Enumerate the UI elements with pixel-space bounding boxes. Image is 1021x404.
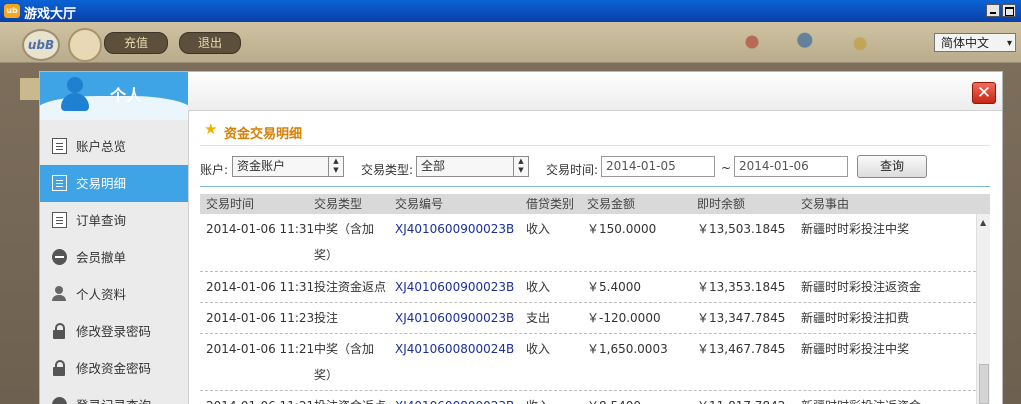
column-header: 交易类型 [314, 197, 363, 211]
transaction-id-link[interactable]: XJ4010600900023B [395, 274, 514, 300]
minus-circle-icon [52, 249, 67, 265]
divider [200, 186, 990, 187]
sidebar-header: 个人 [40, 72, 188, 120]
recharge-button[interactable]: 充值 [104, 32, 168, 54]
transaction-id-link[interactable]: XJ4010600900023B [395, 305, 514, 331]
minimize-button[interactable] [986, 4, 1000, 17]
transaction-id-link[interactable]: XJ4010600900023B [395, 216, 514, 242]
type-label: 交易类型: [361, 163, 414, 177]
table-row[interactable]: 2014-01-06 11:21 中奖（含加奖） XJ4010600800024… [200, 334, 976, 391]
divider [200, 145, 990, 146]
column-header: 交易事由 [801, 197, 850, 211]
document-icon [52, 175, 67, 191]
table-row[interactable]: 2014-01-06 11:21 投注资金返点 XJ4010600800023B… [200, 391, 976, 404]
star-icon: ★ [204, 120, 218, 138]
spinner-arrows-icon: ▲ ▼ [513, 157, 528, 176]
column-header: 交易编号 [395, 197, 444, 211]
app-logo-icon: ub [4, 4, 20, 18]
language-select[interactable]: 简体中文 [934, 33, 1016, 53]
lobby-logo: ubB [22, 29, 60, 61]
modal-header [188, 72, 1002, 111]
lock-icon [52, 323, 67, 339]
document-icon [52, 212, 67, 228]
table-row[interactable]: 2014-01-06 11:23 投注 XJ4010600900023B 支出 … [200, 303, 976, 334]
column-header: 借贷类别 [526, 197, 575, 211]
table-row[interactable]: 2014-01-06 11:31 投注资金返点 XJ4010600900023B… [200, 272, 976, 303]
sidebar-item-cancel-order[interactable]: 会员撤单 [40, 239, 188, 276]
sidebar-item-orders[interactable]: 订单查询 [40, 202, 188, 239]
column-header: 即时余额 [697, 197, 746, 211]
transactions-table: 交易时间 交易类型 交易编号 借贷类别 交易金额 即时余额 交易事由 2014-… [200, 194, 990, 404]
table-row[interactable]: 2014-01-06 11:31 中奖（含加奖） XJ4010600900023… [200, 214, 976, 272]
sidebar: 个人 账户总览 交易明细 订单查询 会员撤单 个人资料 修改登录密码 修改资金密… [40, 72, 189, 404]
time-label: 交易时间: [546, 163, 599, 177]
person-icon [52, 286, 67, 302]
table-scrollbar[interactable]: ▲ [976, 214, 990, 404]
table-header: 交易时间 交易类型 交易编号 借贷类别 交易金额 即时余额 交易事由 [200, 194, 990, 214]
main-content: ★ 资金交易明细 账户: 资金账户 ▲ ▼ 交易类型: 全部 ▲ ▼ 交易时间: 2… [188, 111, 1002, 404]
transaction-id-link[interactable]: XJ4010600800023B [395, 393, 514, 404]
sidebar-item-account-overview[interactable]: 账户总览 [40, 128, 188, 165]
date-from-input[interactable]: 2014-01-05 [601, 156, 715, 177]
transaction-id-link[interactable]: XJ4010600800024B [395, 336, 514, 362]
history-icon [52, 397, 67, 404]
type-select[interactable]: 全部 ▲ ▼ [416, 156, 529, 177]
query-button[interactable]: 查询 [857, 155, 927, 178]
logout-button[interactable]: 退出 [179, 32, 241, 54]
home-icon[interactable] [20, 78, 42, 100]
date-separator: ~ [721, 161, 732, 175]
window-title-bar: ub 游戏大厅 [0, 0, 1021, 23]
sidebar-item-login-history[interactable]: 登录记录查询 [40, 387, 188, 404]
date-to-input[interactable]: 2014-01-06 [734, 156, 848, 177]
spinner-arrows-icon: ▲ ▼ [328, 157, 343, 176]
sidebar-item-transactions[interactable]: 交易明细 [40, 165, 188, 202]
decoration-ornaments-icon [680, 24, 920, 60]
account-label: 账户: [200, 163, 229, 177]
lock-icon [52, 360, 67, 376]
column-header: 交易时间 [206, 197, 255, 211]
account-modal: 个人 账户总览 交易明细 订单查询 会员撤单 个人资料 修改登录密码 修改资金密… [40, 72, 1002, 404]
sidebar-item-login-password[interactable]: 修改登录密码 [40, 313, 188, 350]
column-header: 交易金额 [587, 197, 636, 211]
scroll-thumb[interactable] [979, 364, 989, 404]
close-button[interactable]: ✕ [972, 82, 996, 104]
account-select[interactable]: 资金账户 ▲ ▼ [232, 156, 344, 177]
sidebar-item-profile[interactable]: 个人资料 [40, 276, 188, 313]
user-icon [60, 77, 90, 113]
sidebar-title: 个人 [110, 86, 143, 105]
maximize-button[interactable] [1002, 4, 1016, 17]
scroll-up-icon[interactable]: ▲ [980, 218, 986, 227]
avatar[interactable] [68, 28, 102, 62]
sidebar-item-fund-password[interactable]: 修改资金密码 [40, 350, 188, 387]
document-icon [52, 138, 67, 154]
section-title: 资金交易明细 [224, 127, 303, 142]
window-title: 游戏大厅 [24, 7, 77, 22]
